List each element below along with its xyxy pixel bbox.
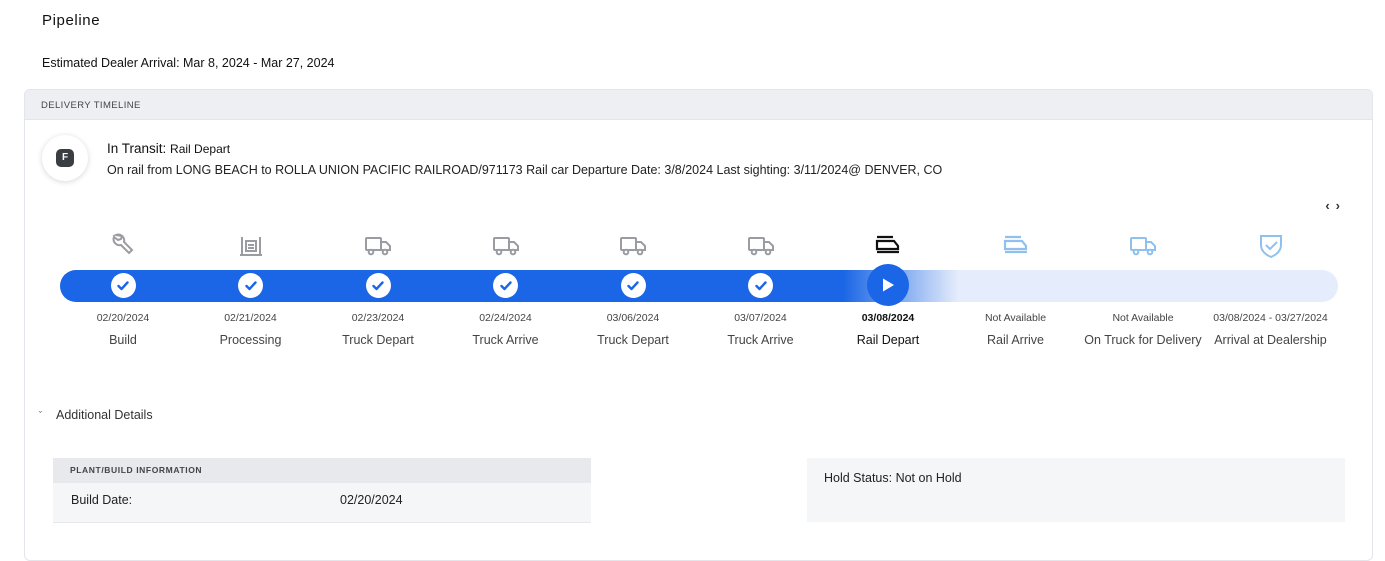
check-icon [620,273,646,298]
divider [53,522,591,523]
step-label: On Truck for Delivery [1084,333,1202,347]
step-label: Processing [219,333,282,347]
check-icon [110,273,136,298]
check-icon [493,273,518,298]
additional-details-toggle[interactable]: ˇ Additional Details [39,408,153,422]
step-date: 02/23/2024 [351,312,405,324]
delivery-timeline-header: DELIVERY TIMELINE [25,90,1372,120]
hold-status: Hold Status: Not on Hold [824,471,962,485]
hold-status-box: Hold Status: Not on Hold [807,458,1345,522]
build-date-value: 02/20/2024 [340,493,403,507]
status-title: In Transit: Rail Depart [107,141,230,156]
step-date: 03/06/2024 [606,312,660,324]
lift-icon [186,230,316,260]
train-icon [951,230,1081,260]
estimated-arrival: Estimated Dealer Arrival: Mar 8, 2024 - … [42,56,335,70]
step-label: Arrival at Dealership [1214,333,1327,347]
check-icon [238,273,263,298]
timeline-step: 02/20/2024 Build [58,230,188,349]
truck-icon [1078,230,1208,260]
status-prefix: In Transit: [107,141,167,156]
shield-check-icon [1206,230,1336,260]
timeline-step: 03/06/2024 Truck Depart [568,230,698,349]
page-title: Pipeline [42,12,101,29]
step-date: 02/21/2024 [224,312,277,324]
timeline-nav: ‹› [1325,198,1346,213]
timeline-step: 03/08/2024 - 03/27/2024 Arrival at Dealer… [1206,230,1336,349]
timeline-step: Not Available Rail Arrive [951,230,1081,349]
timeline-step: 02/21/2024 Processing [186,230,316,349]
wrench-icon [58,230,188,260]
delivery-timeline-card: DELIVERY TIMELINE F In Transit: Rail Dep… [24,89,1373,561]
additional-details-label: Additional Details [56,408,153,422]
status-value: Rail Depart [170,142,231,156]
step-date: 02/20/2024 [96,312,150,324]
next-arrow-icon[interactable]: › [1336,198,1346,213]
step-date: 03/08/2024 [861,312,915,324]
train-icon [823,230,953,260]
step-label: Truck Arrive [472,333,539,347]
status-letter: F [56,149,74,167]
truck-icon [696,230,826,260]
timeline-step: 03/08/2024 Rail Depart [823,230,953,349]
step-date: 03/08/2024 - 03/27/2024 [1213,312,1328,324]
step-date: 02/24/2024 [479,312,532,324]
step-date: 03/07/2024 [734,312,787,324]
truck-icon [441,230,571,260]
step-label: Build [109,333,137,347]
step-label: Truck Arrive [727,333,794,347]
timeline-step: 02/24/2024 Truck Arrive [441,230,571,349]
truck-icon [313,230,443,260]
status-badge: F [42,135,88,181]
check-icon [365,273,391,298]
timeline-step: 02/23/2024 Truck Depart [313,230,443,349]
plant-build-info: PLANT/BUILD INFORMATION Build Date: 02/2… [53,458,591,522]
status-detail: On rail from LONG BEACH to ROLLA UNION P… [107,163,943,177]
truck-icon [568,230,698,260]
prev-arrow-icon[interactable]: ‹ [1325,198,1335,213]
plant-build-header: PLANT/BUILD INFORMATION [53,458,591,483]
step-label: Truck Depart [597,333,669,347]
timeline-step: Not Available On Truck for Delivery [1078,230,1208,349]
build-date-label: Build Date: [71,493,133,507]
step-date: Not Available [984,312,1047,324]
step-label: Truck Depart [342,333,414,347]
check-icon [748,273,773,298]
play-icon [868,265,908,305]
build-date-row: Build Date: 02/20/2024 [53,483,591,515]
step-label: Rail Arrive [987,333,1044,347]
chevron-down-icon: ˇ [39,410,42,420]
step-date: Not Available [1112,312,1174,324]
step-label: Rail Depart [856,333,920,347]
timeline-step: 03/07/2024 Truck Arrive [696,230,826,349]
